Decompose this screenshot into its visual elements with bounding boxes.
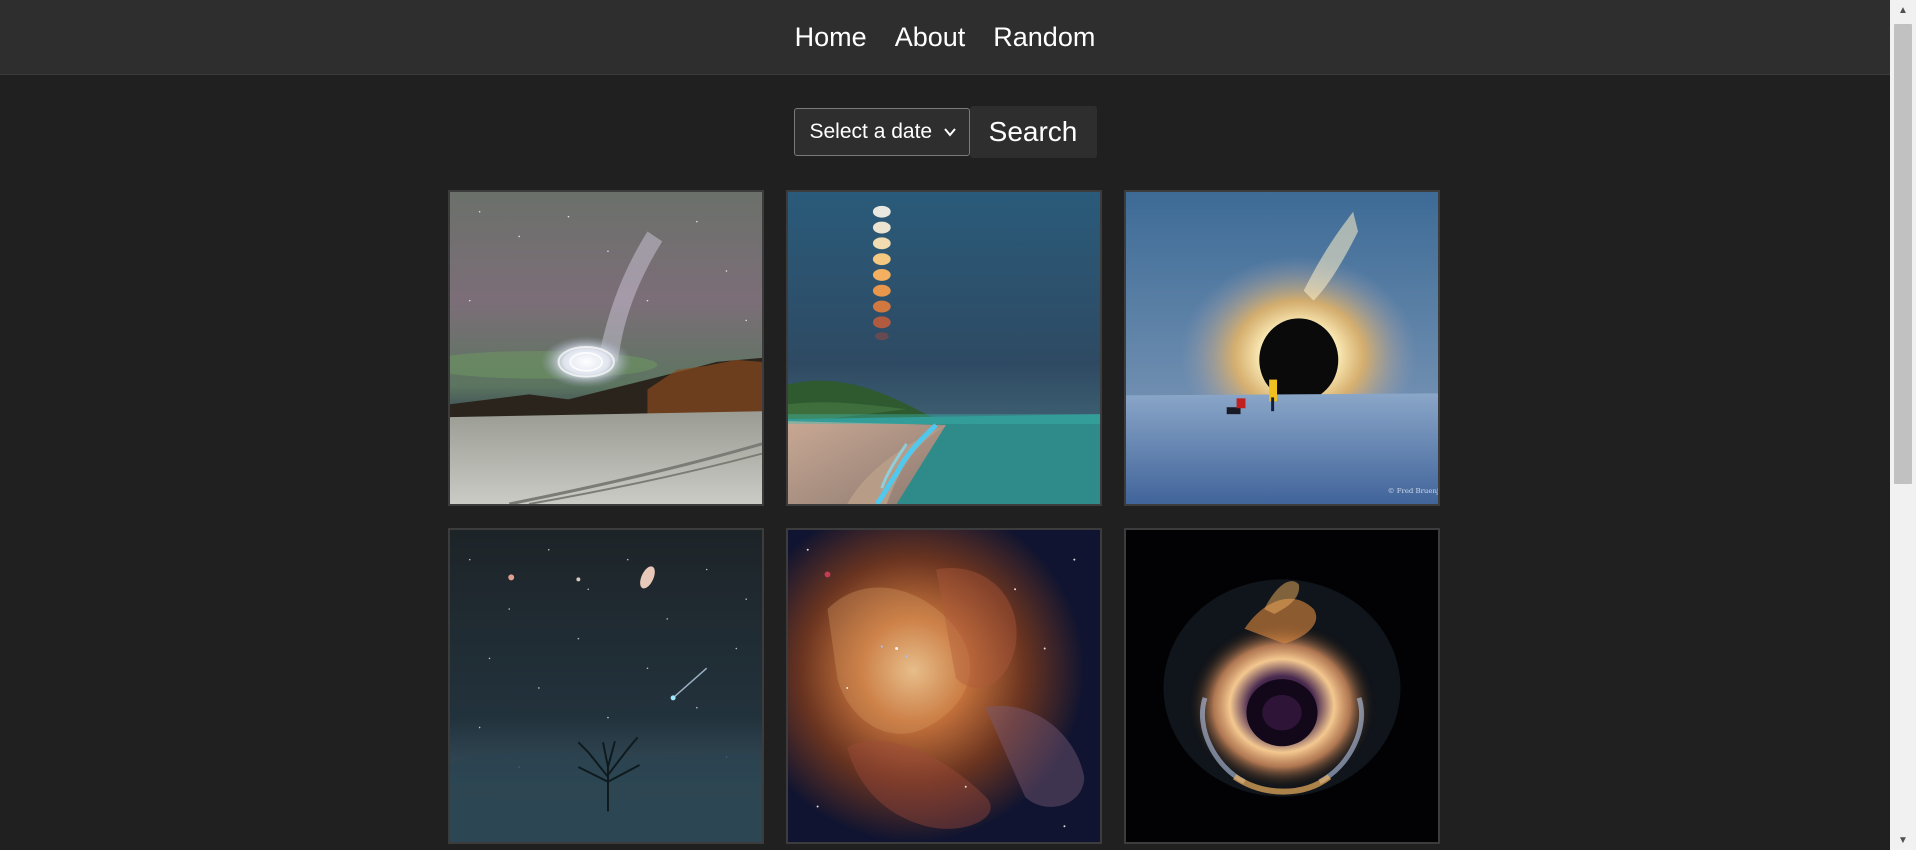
image-gallery: © Fred Bruenjes [448,190,1440,844]
gallery-image-nebula[interactable] [786,528,1102,844]
gallery-image-comet-tree[interactable] [448,528,764,844]
scroll-down-arrow-icon[interactable]: ▼ [1890,830,1916,850]
gallery-image-eclipse[interactable]: © Fred Bruenjes [1124,190,1440,506]
gallery-image-supernova[interactable] [1124,528,1440,844]
scroll-up-arrow-icon[interactable]: ▲ [1890,0,1916,20]
moon-beach-image [788,192,1100,504]
nebula-image [788,530,1100,842]
date-select-value: Select a date [809,120,933,143]
scrollbar-thumb[interactable] [1894,24,1912,484]
search-button[interactable]: Search [969,106,1097,158]
spiral-image [450,192,762,504]
nav-random-link[interactable]: Random [993,23,1095,51]
photo-credit: © Fred Bruenjes [1388,487,1438,495]
search-bar: Select a date Search [0,106,1890,158]
date-select[interactable]: Select a date [793,108,970,156]
page: Home About Random Select a date Search ©… [0,0,1890,850]
chevron-down-icon [943,128,956,137]
gallery-image-moon-beach[interactable] [786,190,1102,506]
nav-about-link[interactable]: About [895,23,966,51]
eclipse-image: © Fred Bruenjes [1126,192,1438,504]
comet-tree-image [450,530,762,842]
top-navbar: Home About Random [0,0,1890,75]
supernova-image [1126,530,1438,842]
gallery-image-spiral[interactable] [448,190,764,506]
vertical-scrollbar[interactable]: ▲ ▼ [1890,0,1916,850]
nav-home-link[interactable]: Home [795,23,867,51]
